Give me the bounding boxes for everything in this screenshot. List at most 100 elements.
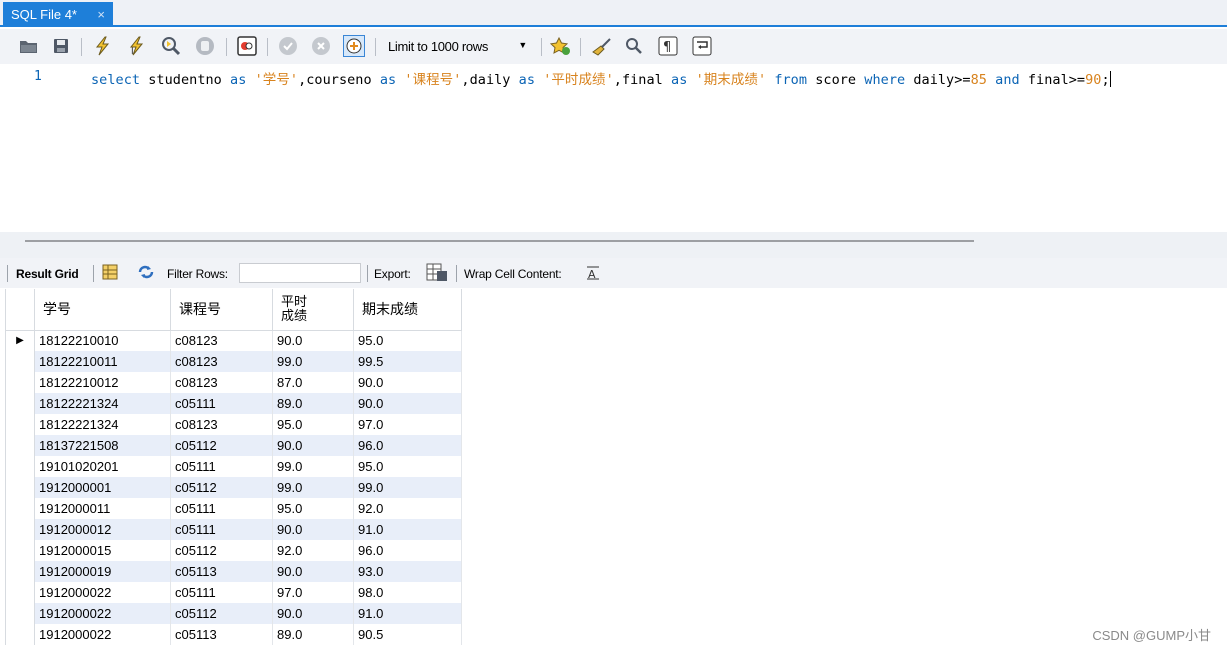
cell-studentno[interactable]: 19101020201 — [34, 456, 171, 477]
cell-daily[interactable]: 89.0 — [272, 393, 354, 414]
cell-courseno[interactable]: c05112 — [170, 435, 273, 456]
row-selector[interactable] — [5, 477, 35, 498]
export-icon[interactable] — [425, 262, 449, 285]
execute-icon[interactable] — [92, 35, 114, 57]
table-row[interactable]: 1912000012 c05111 90.0 91.0 — [5, 519, 462, 540]
cell-daily[interactable]: 92.0 — [272, 540, 354, 561]
filter-rows-input[interactable] — [239, 263, 361, 283]
sql-editor[interactable]: 1 select studentno as '学号',courseno as '… — [0, 64, 1227, 232]
form-editor-icon[interactable] — [102, 264, 118, 283]
column-header-courseno[interactable]: 课程号 — [170, 289, 273, 331]
cell-courseno[interactable]: c08123 — [170, 372, 273, 393]
row-selector[interactable] — [5, 351, 35, 372]
column-header-final[interactable]: 期末成绩 — [353, 289, 462, 331]
cell-final[interactable]: 97.0 — [353, 414, 462, 435]
cell-final[interactable]: 96.0 — [353, 540, 462, 561]
cell-studentno[interactable]: 1912000022 — [34, 582, 171, 603]
cell-studentno[interactable]: 1912000011 — [34, 498, 171, 519]
cell-daily[interactable]: 90.0 — [272, 519, 354, 540]
table-row[interactable]: 1912000015 c05112 92.0 96.0 — [5, 540, 462, 561]
row-selector[interactable] — [5, 372, 35, 393]
table-row[interactable]: 1912000001 c05112 99.0 99.0 — [5, 477, 462, 498]
cell-final[interactable]: 99.5 — [353, 351, 462, 372]
cell-final[interactable]: 91.0 — [353, 519, 462, 540]
toggle-results-icon[interactable] — [236, 35, 258, 57]
row-selector-header[interactable] — [5, 289, 35, 331]
row-selector[interactable] — [5, 414, 35, 435]
cell-final[interactable]: 93.0 — [353, 561, 462, 582]
table-row[interactable]: 1912000011 c05111 95.0 92.0 — [5, 498, 462, 519]
table-row[interactable]: 18122210011 c08123 99.0 99.5 — [5, 351, 462, 372]
cell-courseno[interactable]: c05113 — [170, 561, 273, 582]
cell-daily[interactable]: 97.0 — [272, 582, 354, 603]
cell-courseno[interactable]: c05112 — [170, 540, 273, 561]
table-row[interactable]: 18122210012 c08123 87.0 90.0 — [5, 372, 462, 393]
row-selector[interactable] — [5, 519, 35, 540]
cell-studentno[interactable]: 1912000001 — [34, 477, 171, 498]
explain-icon[interactable] — [160, 35, 182, 57]
result-grid[interactable]: 学号 课程号 平时 成绩 期末成绩 ▶ 18122210010 c08123 90.0… — [5, 289, 462, 645]
commit-icon[interactable] — [277, 35, 299, 57]
cell-final[interactable]: 90.0 — [353, 393, 462, 414]
sql-code-line[interactable]: select studentno as '学号',courseno as '课程… — [91, 68, 1111, 88]
row-selector[interactable] — [5, 456, 35, 477]
table-row[interactable]: 1912000019 c05113 90.0 93.0 — [5, 561, 462, 582]
cell-courseno[interactable]: c05113 — [170, 624, 273, 645]
cell-daily[interactable]: 90.0 — [272, 603, 354, 624]
autocommit-icon[interactable] — [343, 35, 365, 57]
open-folder-icon[interactable] — [18, 35, 40, 57]
cell-final[interactable]: 91.0 — [353, 603, 462, 624]
table-row[interactable]: 1912000022 c05113 89.0 90.5 — [5, 624, 462, 645]
cell-final[interactable]: 98.0 — [353, 582, 462, 603]
cell-final[interactable]: 92.0 — [353, 498, 462, 519]
stop-icon[interactable] — [194, 35, 216, 57]
table-row[interactable]: 19101020201 c05111 99.0 95.0 — [5, 456, 462, 477]
add-snippet-star-icon[interactable] — [549, 35, 571, 57]
wrap-lines-icon[interactable] — [691, 35, 713, 57]
row-selector[interactable] — [5, 540, 35, 561]
save-icon[interactable] — [50, 35, 72, 57]
cell-studentno[interactable]: 18137221508 — [34, 435, 171, 456]
cell-courseno[interactable]: c05111 — [170, 582, 273, 603]
invisible-chars-icon[interactable]: ¶ — [657, 35, 679, 57]
cell-studentno[interactable]: 18122210010 — [34, 330, 171, 351]
cell-courseno[interactable]: c08123 — [170, 351, 273, 372]
cell-studentno[interactable]: 1912000022 — [34, 624, 171, 645]
cell-studentno[interactable]: 18122221324 — [34, 414, 171, 435]
cell-daily[interactable]: 95.0 — [272, 498, 354, 519]
execute-current-icon[interactable]: I — [126, 35, 148, 57]
cell-studentno[interactable]: 18122210012 — [34, 372, 171, 393]
cell-final[interactable]: 96.0 — [353, 435, 462, 456]
cell-studentno[interactable]: 1912000012 — [34, 519, 171, 540]
cell-courseno[interactable]: c05111 — [170, 393, 273, 414]
row-selector[interactable] — [5, 498, 35, 519]
result-grid-tab[interactable]: Result Grid — [16, 267, 79, 281]
cell-daily[interactable]: 99.0 — [272, 477, 354, 498]
find-magnifier-icon[interactable] — [623, 35, 645, 57]
table-row[interactable]: 1912000022 c05112 90.0 91.0 — [5, 603, 462, 624]
row-selector[interactable] — [5, 393, 35, 414]
table-row[interactable]: 1912000022 c05111 97.0 98.0 — [5, 582, 462, 603]
close-tab-icon[interactable]: × — [97, 7, 105, 22]
cell-final[interactable]: 95.0 — [353, 456, 462, 477]
row-selector[interactable] — [5, 603, 35, 624]
cell-daily[interactable]: 87.0 — [272, 372, 354, 393]
row-selector[interactable] — [5, 624, 35, 645]
row-selector[interactable] — [5, 435, 35, 456]
cell-courseno[interactable]: c05111 — [170, 456, 273, 477]
cell-final[interactable]: 95.0 — [353, 330, 462, 351]
table-row[interactable]: ▶ 18122210010 c08123 90.0 95.0 — [5, 330, 462, 351]
cell-daily[interactable]: 99.0 — [272, 351, 354, 372]
tab-sql-file-4[interactable]: SQL File 4* × — [3, 2, 113, 27]
cell-courseno[interactable]: c05112 — [170, 603, 273, 624]
column-header-studentno[interactable]: 学号 — [34, 289, 171, 331]
cell-final[interactable]: 90.5 — [353, 624, 462, 645]
column-header-daily[interactable]: 平时 成绩 — [272, 289, 354, 331]
cell-courseno[interactable]: c05112 — [170, 477, 273, 498]
table-row[interactable]: 18137221508 c05112 90.0 96.0 — [5, 435, 462, 456]
panel-splitter[interactable] — [0, 232, 1227, 258]
cell-daily[interactable]: 89.0 — [272, 624, 354, 645]
cell-studentno[interactable]: 1912000015 — [34, 540, 171, 561]
horizontal-scrollbar[interactable] — [25, 240, 974, 242]
cell-final[interactable]: 99.0 — [353, 477, 462, 498]
